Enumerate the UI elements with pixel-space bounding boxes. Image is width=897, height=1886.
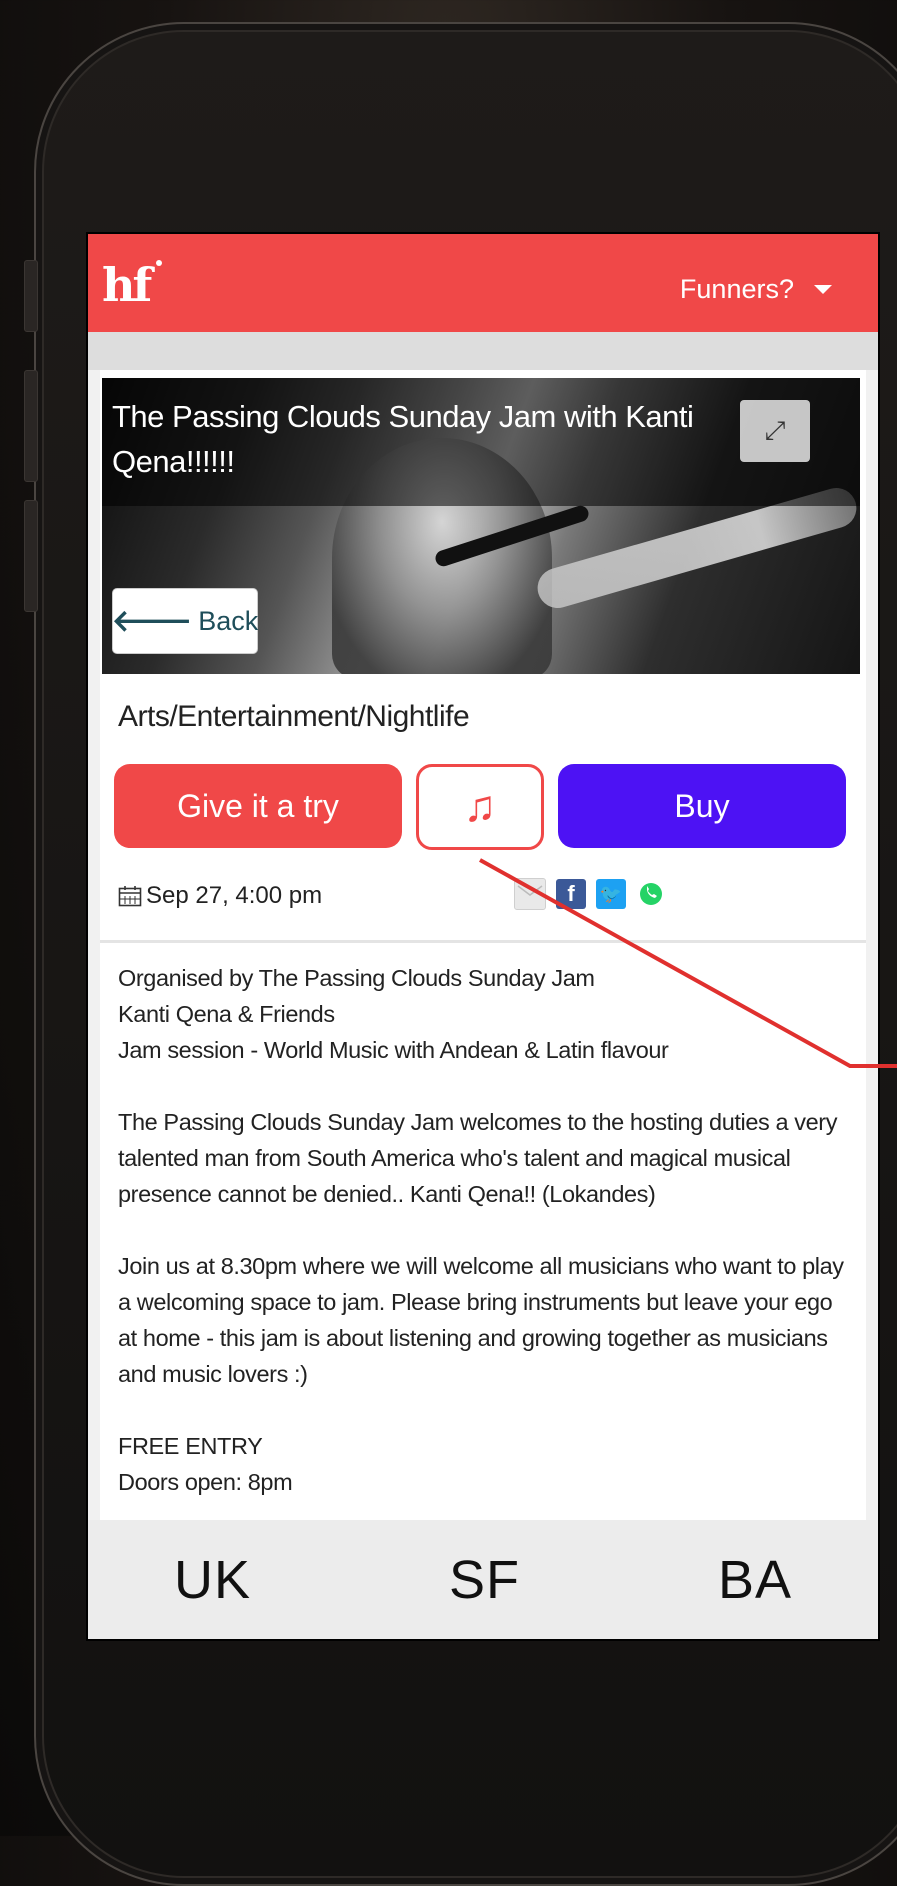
header-spacer bbox=[88, 332, 878, 370]
app-logo[interactable]: hf bbox=[102, 258, 152, 312]
user-menu-label: Funners? bbox=[679, 274, 794, 304]
user-menu-dropdown[interactable]: Funners? bbox=[680, 274, 832, 305]
event-date: Sep 27, 4:00 pm bbox=[118, 882, 322, 910]
event-category: Arts/Entertainment/Nightlife bbox=[118, 700, 470, 733]
give-it-a-try-button[interactable]: Give it a try bbox=[114, 764, 402, 848]
chevron-down-icon bbox=[814, 285, 832, 294]
divider bbox=[100, 940, 866, 943]
whatsapp-icon[interactable] bbox=[636, 879, 666, 909]
description-paragraph: The Passing Clouds Sunday Jam welcomes t… bbox=[118, 1109, 838, 1207]
nav-item-sf[interactable]: SF bbox=[449, 1549, 520, 1611]
expand-icon: ⤢ bbox=[764, 415, 786, 445]
app-header: hf Funners? bbox=[88, 234, 878, 332]
logo-dot bbox=[156, 260, 162, 266]
event-date-text: Sep 27, 4:00 pm bbox=[146, 882, 323, 909]
nav-item-uk[interactable]: UK bbox=[174, 1549, 251, 1611]
back-button[interactable]: 🡐 Back bbox=[112, 588, 258, 654]
arrow-left-icon: 🡐 bbox=[111, 605, 193, 638]
event-description: Organised by The Passing Clouds Sunday J… bbox=[118, 960, 848, 1536]
event-title: The Passing Clouds Sunday Jam with Kanti… bbox=[112, 399, 694, 479]
description-paragraph: Organised by The Passing Clouds Sunday J… bbox=[118, 965, 669, 1063]
facebook-icon[interactable]: f bbox=[556, 879, 586, 909]
twitter-icon[interactable]: 🐦 bbox=[596, 879, 626, 909]
calendar-icon bbox=[118, 886, 142, 907]
back-label: Back bbox=[198, 605, 259, 636]
share-buttons: f 🐦 bbox=[514, 878, 666, 910]
description-paragraph: Join us at 8.30pm where we will welcome … bbox=[118, 1253, 844, 1387]
phone-side-button bbox=[24, 260, 38, 332]
phone-volume-up-button bbox=[24, 370, 38, 482]
event-card: The Passing Clouds Sunday Jam with Kanti… bbox=[100, 370, 866, 1570]
music-note-icon: ♫ bbox=[463, 782, 497, 831]
bottom-nav: UK SF BA bbox=[88, 1520, 878, 1639]
email-icon[interactable] bbox=[514, 878, 546, 910]
nav-item-ba[interactable]: BA bbox=[718, 1549, 792, 1611]
action-buttons: Give it a try ♫ Buy bbox=[114, 764, 846, 850]
description-paragraph: FREE ENTRY Doors open: 8pm bbox=[118, 1433, 293, 1495]
app-screen: hf Funners? The Passing Clouds Sunday Ja… bbox=[86, 232, 880, 1641]
phone-volume-down-button bbox=[24, 500, 38, 612]
expand-button[interactable]: ⤢ bbox=[740, 400, 810, 462]
music-button[interactable]: ♫ bbox=[416, 764, 544, 850]
event-hero-image: The Passing Clouds Sunday Jam with Kanti… bbox=[102, 378, 860, 674]
buy-button[interactable]: Buy bbox=[558, 764, 846, 848]
